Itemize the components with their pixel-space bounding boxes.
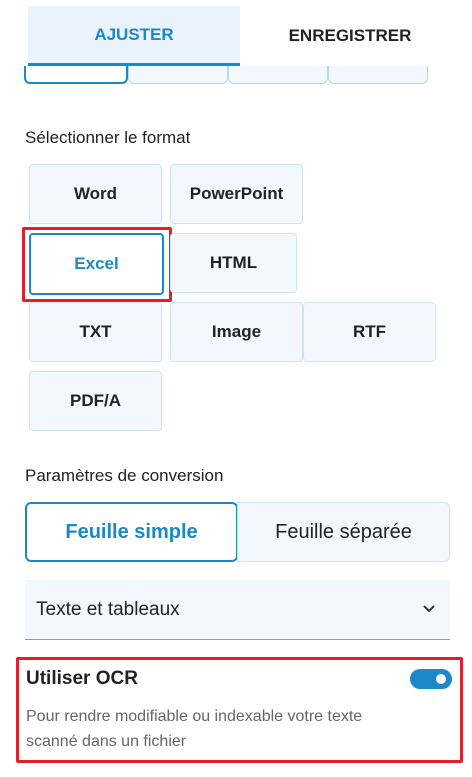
ocr-description: Pour rendre modifiable ou indexable votr…: [26, 708, 363, 750]
scrolled-option-row: [24, 66, 428, 84]
content-type-select[interactable]: Texte et tableaux: [25, 580, 450, 640]
chevron-down-icon: [423, 605, 435, 613]
format-pdfa-button[interactable]: PDF/A: [29, 371, 162, 431]
format-powerpoint-button[interactable]: PowerPoint: [170, 164, 303, 224]
format-section-title: Sélectionner le format: [25, 128, 191, 147]
ocr-label: Utiliser OCR: [26, 668, 138, 689]
format-html-button[interactable]: HTML: [170, 233, 297, 293]
content-type-value: Texte et tableaux: [36, 598, 180, 620]
sheet-separate-option[interactable]: Feuille séparée: [237, 502, 450, 562]
tab-enregistrer[interactable]: ENREGISTRER: [240, 6, 460, 66]
scrolled-option[interactable]: [228, 66, 328, 84]
format-txt-button[interactable]: TXT: [29, 302, 162, 362]
tab-bar: AJUSTER ENREGISTRER: [28, 6, 472, 66]
scrolled-option[interactable]: [128, 66, 228, 84]
tab-ajuster[interactable]: AJUSTER: [28, 6, 240, 66]
scrolled-option-selected[interactable]: [24, 66, 128, 84]
format-rtf-button[interactable]: RTF: [303, 302, 436, 362]
sheet-simple-option[interactable]: Feuille simple: [25, 502, 238, 562]
format-excel-button[interactable]: Excel: [29, 233, 164, 295]
format-word-button[interactable]: Word: [29, 164, 162, 224]
conversion-section-title: Paramètres de conversion: [25, 466, 224, 485]
scrolled-option[interactable]: [328, 66, 428, 84]
format-image-button[interactable]: Image: [170, 302, 303, 362]
toggle-knob: [436, 674, 446, 684]
ocr-toggle[interactable]: [410, 669, 452, 689]
